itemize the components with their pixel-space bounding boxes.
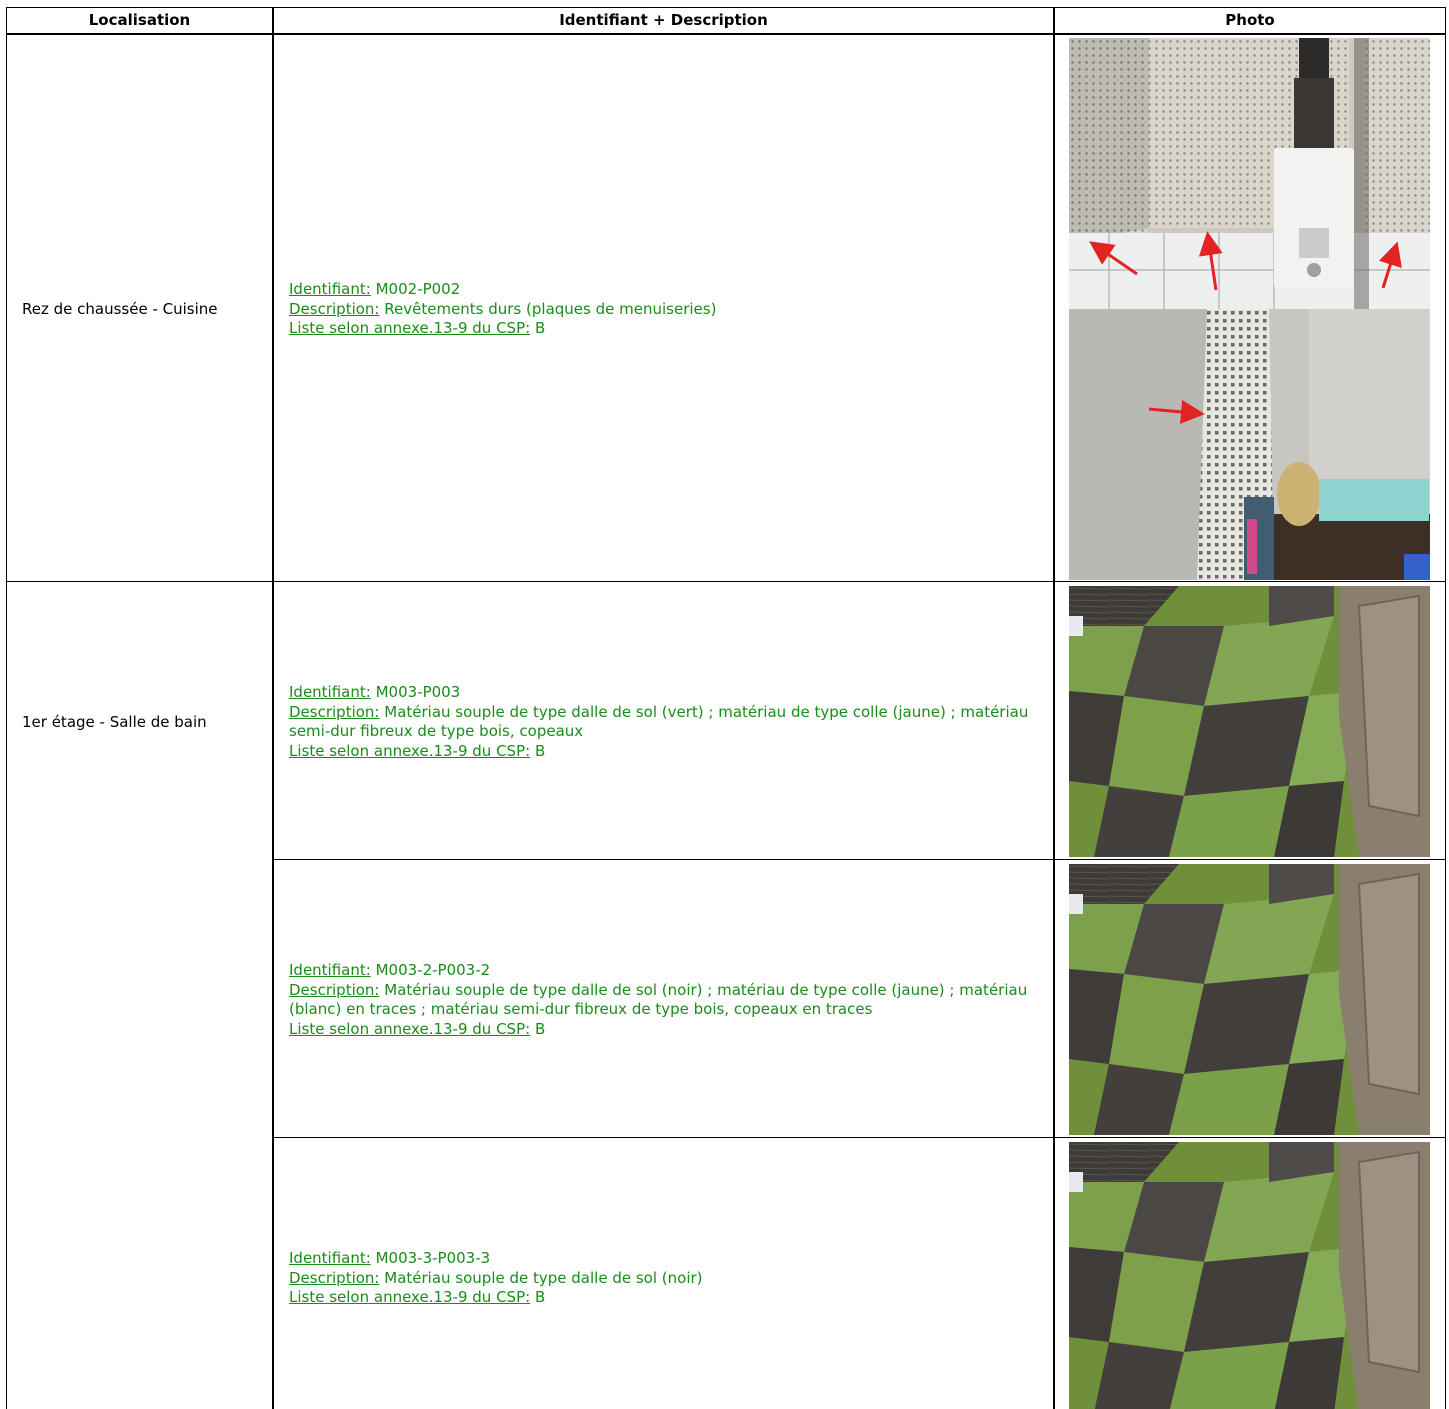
description-value: Matériau souple de type dalle de sol (no… — [289, 980, 1028, 1019]
column-divider — [272, 7, 274, 1409]
liste-label: Liste selon annexe.13-9 du CSP: — [289, 1019, 531, 1038]
description-label: Description: — [289, 980, 380, 999]
description-value: Revêtements durs (plaques de menuiseries… — [384, 299, 717, 318]
identifiant-label: Identifiant: — [289, 961, 371, 979]
header-divider — [6, 33, 1446, 35]
liste-value: B — [534, 319, 546, 337]
row-description: Identifiant: M003-3-P003-3 Description: … — [289, 1249, 1039, 1308]
description-line: Description: Matériau souple de type dal… — [289, 1269, 1039, 1289]
identifiant-label: Identifiant: — [289, 280, 371, 298]
floor-tiles-photo-icon — [1069, 586, 1430, 857]
liste-label: Liste selon annexe.13-9 du CSP: — [289, 1288, 531, 1306]
kitchen-panel-photo-icon — [1069, 309, 1430, 580]
floor-tiles-photo-icon — [1069, 1142, 1430, 1409]
liste-line: Liste selon annexe.13-9 du CSP: B — [289, 742, 1039, 762]
identifiant-label: Identifiant: — [289, 1249, 371, 1267]
identifiant-value: M003-3-P003-3 — [375, 1249, 491, 1267]
liste-value: B — [534, 1288, 546, 1306]
identifiant-value: M003-P003 — [375, 683, 461, 701]
description-value: Matériau souple de type dalle de sol (ve… — [289, 702, 1029, 741]
liste-value: B — [534, 1019, 546, 1038]
location-cell: 1er étage - Salle de bain — [22, 713, 207, 731]
identifiant-label: Identifiant: — [289, 683, 371, 701]
location-cell: Rez de chaussée - Cuisine — [22, 300, 218, 318]
description-line: Description: Revêtements durs (plaques d… — [289, 300, 1039, 320]
identifiant-line: Identifiant: M003-2-P003-2 — [289, 961, 1039, 981]
table-border-left — [6, 7, 7, 1409]
identifiant-line: Identifiant: M003-P003 — [289, 683, 1039, 703]
description-label: Description: — [289, 299, 380, 318]
liste-line: Liste selon annexe.13-9 du CSP: B — [289, 1288, 1039, 1308]
liste-line: Liste selon annexe.13-9 du CSP: B — [289, 1020, 1039, 1040]
row-divider — [273, 1137, 1446, 1138]
column-divider — [1053, 7, 1055, 1409]
floor-tiles-photo-icon — [1069, 864, 1430, 1135]
header-localisation: Localisation — [88, 11, 191, 29]
description-label: Description: — [289, 1268, 380, 1287]
header-photo: Photo — [1225, 11, 1275, 29]
table-border-right — [1445, 7, 1446, 1409]
row-divider — [273, 859, 1446, 860]
identifiant-value: M003-2-P003-2 — [375, 961, 491, 979]
identifiant-line: Identifiant: M002-P002 — [289, 280, 1039, 300]
identifiant-line: Identifiant: M003-3-P003-3 — [289, 1249, 1039, 1269]
row-description: Identifiant: M003-P003 Description: Maté… — [289, 683, 1039, 761]
description-label: Description: — [289, 702, 380, 721]
header-identifiant-description: Identifiant + Description — [559, 11, 768, 29]
liste-value: B — [534, 741, 546, 760]
liste-label: Liste selon annexe.13-9 du CSP: — [289, 741, 531, 760]
liste-label: Liste selon annexe.13-9 du CSP: — [289, 319, 531, 337]
kitchen-water-heater-photo-icon — [1069, 38, 1430, 309]
row-description: Identifiant: M003-2-P003-2 Description: … — [289, 961, 1039, 1039]
row-description: Identifiant: M002-P002 Description: Revê… — [289, 280, 1039, 339]
row-divider — [6, 581, 1446, 582]
description-line: Description: Matériau souple de type dal… — [289, 703, 1039, 742]
description-line: Description: Matériau souple de type dal… — [289, 981, 1039, 1020]
identifiant-value: M002-P002 — [375, 280, 461, 298]
description-value: Matériau souple de type dalle de sol (no… — [384, 1268, 703, 1287]
liste-line: Liste selon annexe.13-9 du CSP: B — [289, 319, 1039, 339]
